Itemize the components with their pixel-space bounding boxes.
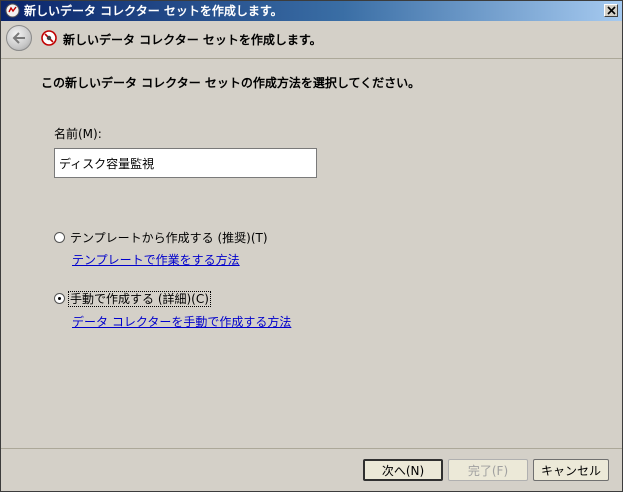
no-entry-icon	[41, 30, 57, 46]
window-title: 新しいデータ コレクター セットを作成します。	[24, 4, 283, 18]
title-bar[interactable]: 新しいデータ コレクター セットを作成します。	[1, 1, 622, 21]
back-button[interactable]	[6, 25, 32, 51]
radio-template-circle[interactable]	[54, 232, 65, 243]
header-title: 新しいデータ コレクター セットを作成します。	[63, 33, 322, 47]
page-prompt: この新しいデータ コレクター セットの作成方法を選択してください。	[41, 76, 421, 90]
radio-manual-label: 手動で作成する (詳細)(C)	[68, 291, 211, 307]
finish-button[interactable]: 完了(F)	[448, 459, 528, 481]
perfmon-icon	[5, 3, 20, 18]
back-arrow-icon	[12, 32, 25, 44]
close-icon	[607, 6, 616, 15]
close-button[interactable]	[604, 4, 618, 17]
wizard-window: 新しいデータ コレクター セットを作成します。 新しいデータ コレクター セット…	[0, 0, 623, 492]
wizard-footer: 次へ(N) 完了(F) キャンセル	[1, 448, 622, 492]
template-help-link[interactable]: テンプレートで作業をする方法	[72, 251, 240, 268]
name-label: 名前(M):	[54, 127, 102, 141]
wizard-header: 新しいデータ コレクター セットを作成します。	[1, 21, 622, 59]
manual-help-link[interactable]: データ コレクターを手動で作成する方法	[72, 313, 291, 330]
radio-template[interactable]: テンプレートから作成する (推奨)(T)	[54, 229, 269, 246]
name-input[interactable]	[54, 148, 317, 178]
radio-template-label: テンプレートから作成する (推奨)(T)	[70, 231, 268, 245]
next-button[interactable]: 次へ(N)	[363, 459, 443, 481]
radio-manual-circle[interactable]	[54, 293, 65, 304]
radio-manual[interactable]: 手動で作成する (詳細)(C)	[54, 290, 211, 307]
cancel-button[interactable]: キャンセル	[533, 459, 609, 481]
